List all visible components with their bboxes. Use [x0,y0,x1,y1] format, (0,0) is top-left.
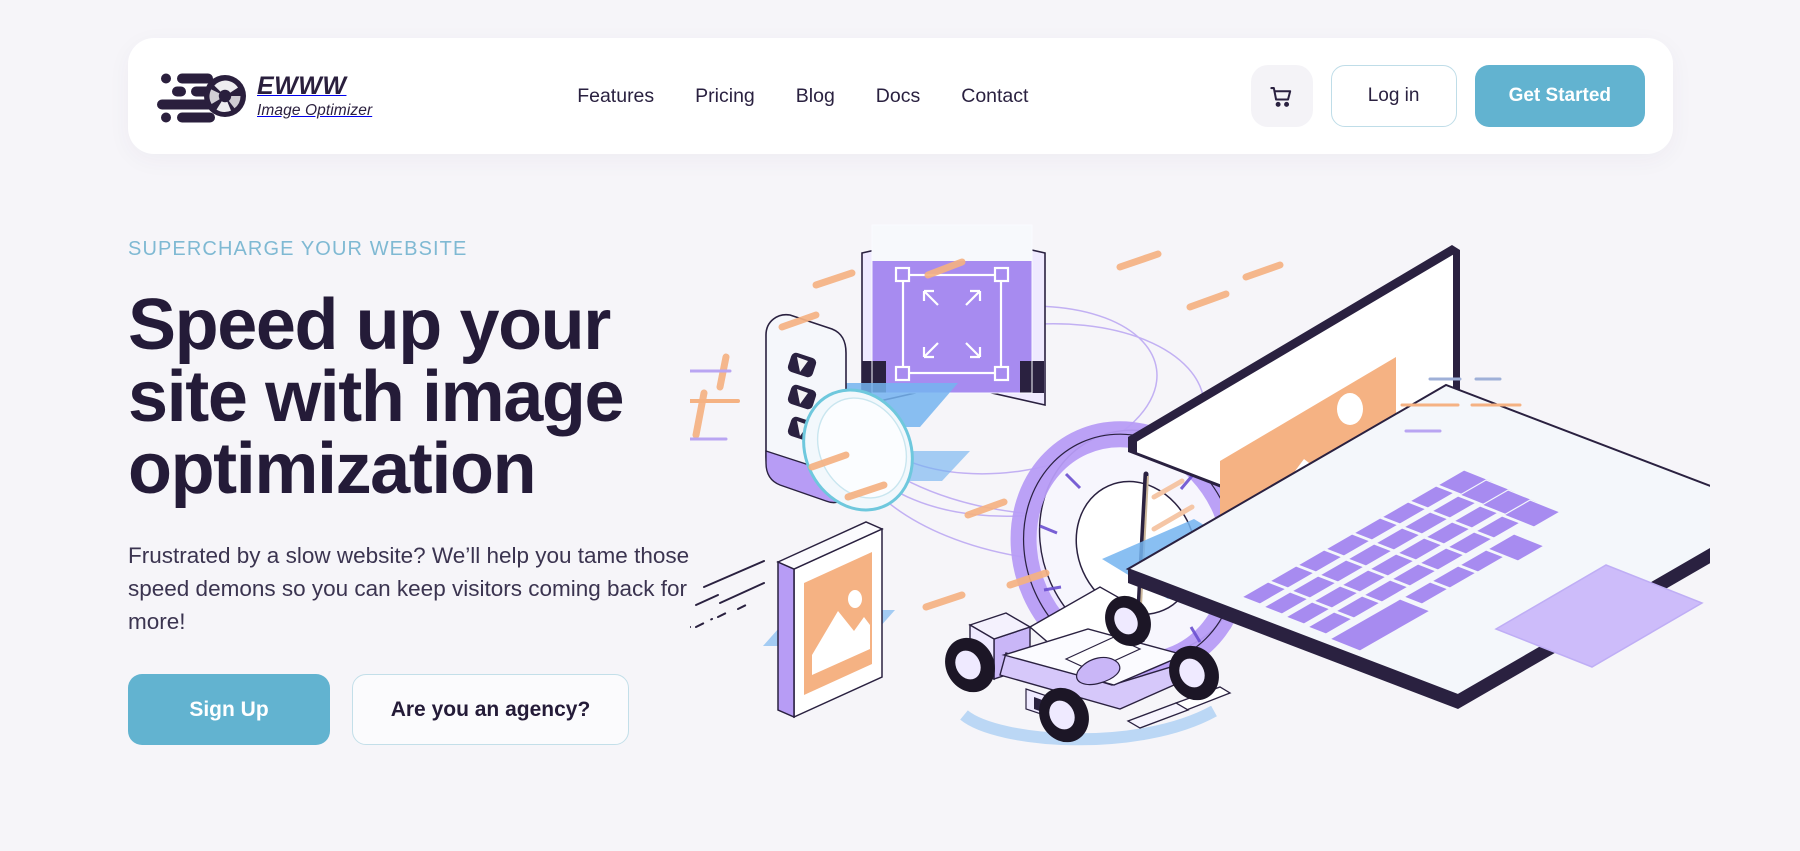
get-started-button[interactable]: Get Started [1474,65,1645,127]
brand-logo[interactable]: EWWW Image Optimizer [155,67,372,125]
brand-subtitle: Image Optimizer [257,101,373,119]
shopping-cart-icon [1270,86,1292,107]
brand-name: EWWW [257,71,347,100]
nav-item-docs[interactable]: Docs [876,85,920,108]
aperture-speed-logo-icon [157,73,246,123]
main-nav: Features Pricing Blog Docs Contact [577,85,1028,108]
site-header: EWWW Image Optimizer Features Pricing Bl… [128,38,1673,154]
headline-line-1: Speed up your [128,285,611,365]
hero-illustration [690,215,1710,795]
purple-camera-roll-icon [861,224,1046,407]
hero-cta-row: Sign Up Are you an agency? [128,674,728,746]
cart-button[interactable] [1250,65,1313,127]
headline-line-2: site with image [128,357,625,437]
hero-page: EWWW Image Optimizer Features Pricing Bl… [0,0,1800,851]
header-actions: Log in Get Started [1250,65,1645,127]
motion-dashes-icon [690,560,765,629]
login-button[interactable]: Log in [1330,65,1457,127]
hero-content: SUPERCHARGE YOUR WEBSITE Speed up your s… [128,238,728,746]
nav-item-features[interactable]: Features [577,85,654,108]
floating-image-card-icon [776,521,884,719]
hero-eyebrow: SUPERCHARGE YOUR WEBSITE [128,238,468,260]
isometric-scene-svg [690,224,1710,746]
nav-item-contact[interactable]: Contact [961,85,1028,108]
nav-item-pricing[interactable]: Pricing [695,85,755,108]
page-title: Speed up your site with image optimizati… [128,289,728,505]
headline-line-3: optimization [128,429,537,509]
hero-subheading: Frustrated by a slow website? We’ll help… [128,543,690,635]
sign-up-button[interactable]: Sign Up [128,674,330,746]
nav-item-blog[interactable]: Blog [796,85,835,108]
agency-button[interactable]: Are you an agency? [352,674,629,746]
